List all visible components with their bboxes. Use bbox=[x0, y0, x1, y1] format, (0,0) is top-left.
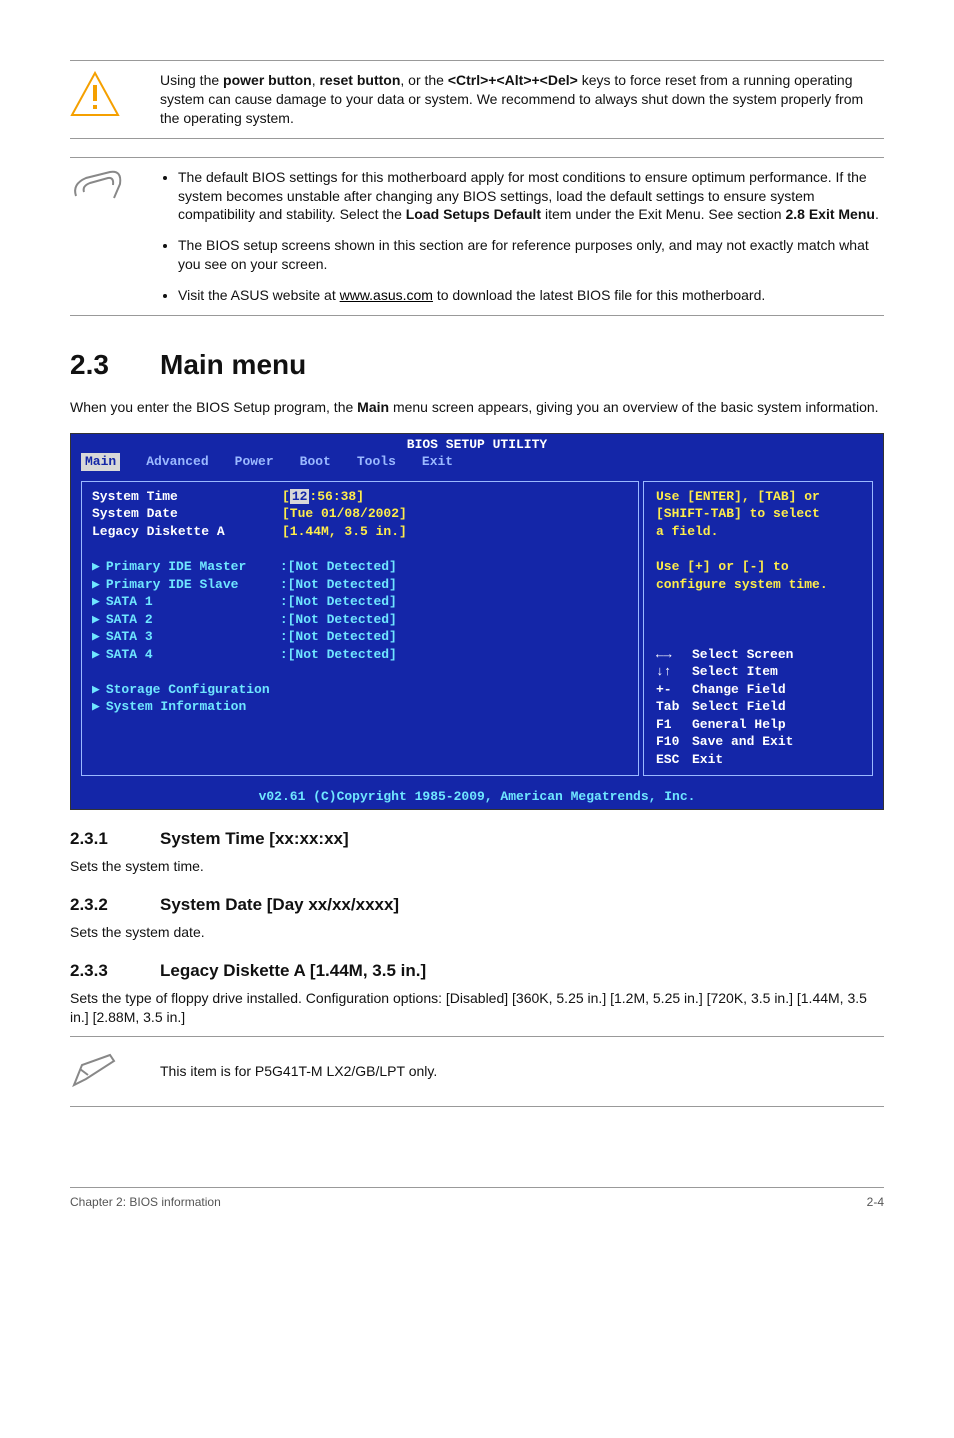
notes-list: The default BIOS settings for this mothe… bbox=[160, 168, 884, 305]
subsection-heading: 2.3.2System Date [Day xx/xx/xxxx] bbox=[70, 894, 884, 917]
footer-left: Chapter 2: BIOS information bbox=[70, 1194, 221, 1210]
warning-block: Using the power button, reset button, or… bbox=[70, 60, 884, 139]
pencil-note-block: This item is for P5G41T-M LX2/GB/LPT onl… bbox=[70, 1036, 884, 1107]
bios-footer: v02.61 (C)Copyright 1985-2009, American … bbox=[71, 786, 883, 810]
bios-main-panel: System Time[12:56:38] System Date[Tue 01… bbox=[81, 481, 639, 776]
subsection-body: Sets the system time. bbox=[70, 857, 884, 876]
section-intro: When you enter the BIOS Setup program, t… bbox=[70, 398, 884, 417]
warning-text: Using the power button, reset button, or… bbox=[160, 71, 884, 128]
subsection-body: Sets the system date. bbox=[70, 923, 884, 942]
bios-tab: Advanced bbox=[146, 453, 208, 471]
bios-tab: Boot bbox=[300, 453, 331, 471]
asus-link[interactable]: www.asus.com bbox=[340, 287, 433, 303]
footer-right: 2-4 bbox=[867, 1194, 884, 1210]
bios-tabs: Main Advanced Power Boot Tools Exit bbox=[71, 453, 883, 475]
bios-help-panel: Use [ENTER], [TAB] or [SHIFT-TAB] to sel… bbox=[643, 481, 873, 776]
bios-tab-main: Main bbox=[81, 453, 120, 471]
notes-block: The default BIOS settings for this mothe… bbox=[70, 157, 884, 316]
bios-title: BIOS SETUP UTILITY bbox=[71, 434, 883, 454]
note-item: The default BIOS settings for this mothe… bbox=[178, 168, 884, 225]
bios-screenshot: BIOS SETUP UTILITY Main Advanced Power B… bbox=[70, 433, 884, 810]
bios-tab: Tools bbox=[357, 453, 396, 471]
page-footer: Chapter 2: BIOS information 2-4 bbox=[70, 1187, 884, 1210]
subsection-body: Sets the type of floppy drive installed.… bbox=[70, 989, 884, 1027]
bios-tab: Exit bbox=[422, 453, 453, 471]
note-item: Visit the ASUS website at www.asus.com t… bbox=[178, 286, 884, 305]
subsection-heading: 2.3.3Legacy Diskette A [1.44M, 3.5 in.] bbox=[70, 960, 884, 983]
pencil-note-text: This item is for P5G41T-M LX2/GB/LPT onl… bbox=[160, 1062, 437, 1081]
pencil-icon bbox=[70, 1049, 160, 1094]
note-item: The BIOS setup screens shown in this sec… bbox=[178, 236, 884, 274]
subsection-heading: 2.3.1System Time [xx:xx:xx] bbox=[70, 828, 884, 851]
bios-tab: Power bbox=[235, 453, 274, 471]
paperclip-icon bbox=[70, 168, 160, 213]
warning-icon bbox=[70, 71, 160, 122]
section-heading: 2.3Main menu bbox=[70, 346, 884, 384]
